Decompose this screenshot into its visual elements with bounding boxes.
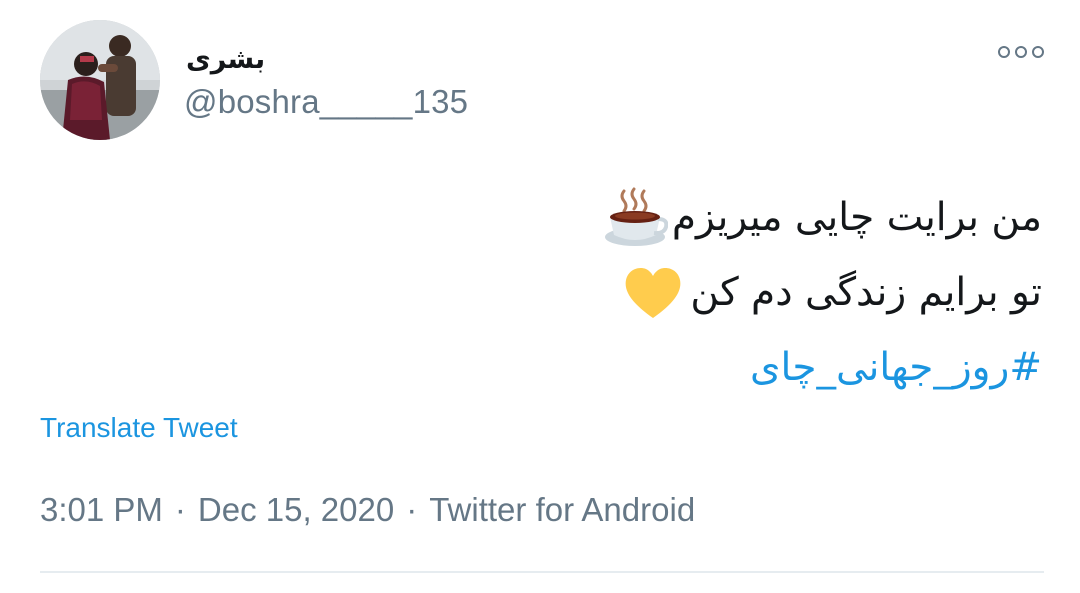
tweet-text-line: تو برایم زندگی دم کن (690, 270, 1042, 315)
hot-beverage-icon (602, 185, 668, 251)
tweet-text: من برایت چایی میریزم تو برایم زندگی دم ک… (402, 180, 1042, 405)
hashtag-link[interactable]: #روز_جهانی_چای (750, 330, 1042, 405)
tweet-metadata: 3:01 PM · Dec 15, 2020 · Twitter for Android (40, 489, 695, 531)
tweet-source[interactable]: Twitter for Android (429, 491, 695, 528)
separator-dot: · (406, 491, 418, 528)
more-dot-icon (998, 46, 1010, 58)
tweet-line-1: من برایت چایی میریزم (402, 180, 1042, 255)
avatar[interactable] (40, 20, 160, 140)
tweet-line-2: تو برایم زندگی دم کن (402, 255, 1042, 330)
more-options-button[interactable] (998, 40, 1044, 64)
translate-tweet-link[interactable]: Translate Tweet (40, 410, 238, 446)
more-dot-icon (1015, 46, 1027, 58)
tweet-time[interactable]: 3:01 PM (40, 491, 163, 528)
tweet-text-line: من برایت چایی میریزم (671, 195, 1042, 240)
author-display-name[interactable]: بشری (186, 42, 265, 78)
yellow-heart-icon (620, 260, 686, 326)
divider (40, 571, 1044, 573)
tweet-detail: بشری @boshra_____135 من برایت چایی میریز… (0, 0, 1080, 593)
avatar-photo (40, 20, 160, 140)
author-handle[interactable]: @boshra_____135 (184, 82, 468, 122)
tweet-date[interactable]: Dec 15, 2020 (198, 491, 394, 528)
separator-dot: · (174, 491, 186, 528)
tweet-line-3: #روز_جهانی_چای (402, 330, 1042, 405)
more-dot-icon (1032, 46, 1044, 58)
